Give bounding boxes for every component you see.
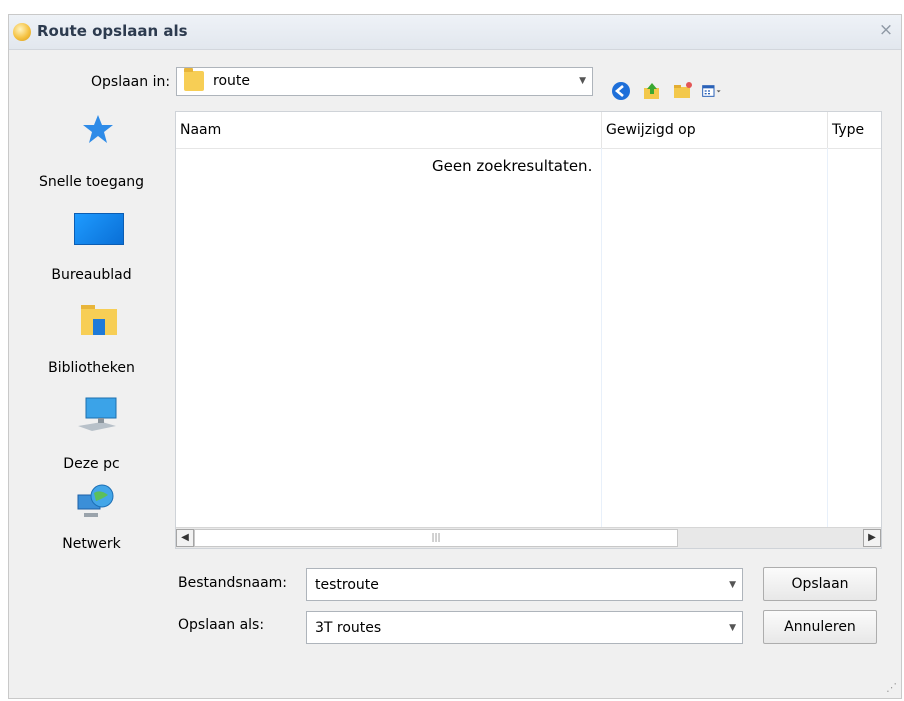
place-bureaublad[interactable]: Bureaublad xyxy=(10,203,173,293)
libraries-icon xyxy=(81,305,117,335)
column-header-gewijzigd-op[interactable]: Gewijzigd op xyxy=(602,112,827,148)
place-deze-pc[interactable]: Deze pc xyxy=(10,396,173,486)
up-folder-icon[interactable] xyxy=(642,81,662,101)
star-icon xyxy=(83,115,113,143)
save-button[interactable]: Opslaan xyxy=(763,567,877,601)
place-netwerk[interactable]: Netwerk xyxy=(10,483,173,573)
filetype-dropdown[interactable]: 3T routes ▼ xyxy=(306,611,743,644)
title-bar[interactable]: Route opslaan als × xyxy=(9,15,901,50)
chevron-down-icon: ▼ xyxy=(579,76,586,86)
new-folder-icon[interactable] xyxy=(673,81,693,101)
place-label: Bureaublad xyxy=(51,267,132,283)
folder-icon xyxy=(184,68,204,91)
resize-grip-icon[interactable]: ⋰ xyxy=(886,681,897,694)
scroll-left-button[interactable]: ◀ xyxy=(176,529,194,547)
column-line xyxy=(601,148,602,528)
save-in-dropdown[interactable]: route ▼ xyxy=(176,67,593,96)
filetype-label: Opslaan als: xyxy=(178,617,265,633)
dialog-title: Route opslaan als xyxy=(37,22,188,40)
computer-icon xyxy=(78,397,117,431)
save-in-value: route xyxy=(213,73,250,89)
back-arrow-icon[interactable] xyxy=(611,81,631,101)
app-icon xyxy=(13,23,31,41)
place-label: Netwerk xyxy=(62,536,121,552)
view-menu-icon[interactable] xyxy=(702,81,722,101)
place-snelle-toegang[interactable]: Snelle toegang xyxy=(10,98,173,190)
filename-value: testroute xyxy=(315,577,379,593)
column-line xyxy=(827,148,828,528)
network-icon xyxy=(77,484,114,517)
column-header-type[interactable]: Type xyxy=(828,112,881,148)
scroll-thumb[interactable]: ||| xyxy=(194,529,678,547)
scroll-right-button[interactable]: ▶ xyxy=(863,529,881,547)
chevron-down-icon[interactable]: ▼ xyxy=(729,580,736,590)
chevron-down-icon: ▼ xyxy=(729,623,736,633)
places-bar: Snelle toegang Bureaublad Bibliotheken D… xyxy=(10,98,173,598)
close-icon[interactable]: × xyxy=(877,20,895,40)
place-label: Deze pc xyxy=(63,456,120,472)
filename-label: Bestandsnaam: xyxy=(178,575,288,591)
list-header: Naam Gewijzigd op Type xyxy=(176,112,881,149)
save-dialog: Route opslaan als × Opslaan in: route ▼ xyxy=(8,14,902,699)
place-bibliotheken[interactable]: Bibliotheken xyxy=(10,298,173,388)
grip-icon: ||| xyxy=(431,533,441,543)
cancel-button[interactable]: Annuleren xyxy=(763,610,877,644)
file-list[interactable]: Naam Gewijzigd op Type Geen zoekresultat… xyxy=(175,111,882,549)
desktop-icon xyxy=(74,213,124,245)
save-in-label: Opslaan in: xyxy=(91,74,171,90)
horizontal-scrollbar[interactable]: ◀ ||| ▶ xyxy=(176,527,881,548)
filetype-value: 3T routes xyxy=(315,620,382,636)
place-label: Snelle toegang xyxy=(38,174,145,190)
column-header-naam[interactable]: Naam xyxy=(176,112,601,148)
place-label: Bibliotheken xyxy=(48,360,135,376)
empty-message: Geen zoekresultaten. xyxy=(432,157,593,175)
filename-input[interactable]: testroute ▼ xyxy=(306,568,743,601)
